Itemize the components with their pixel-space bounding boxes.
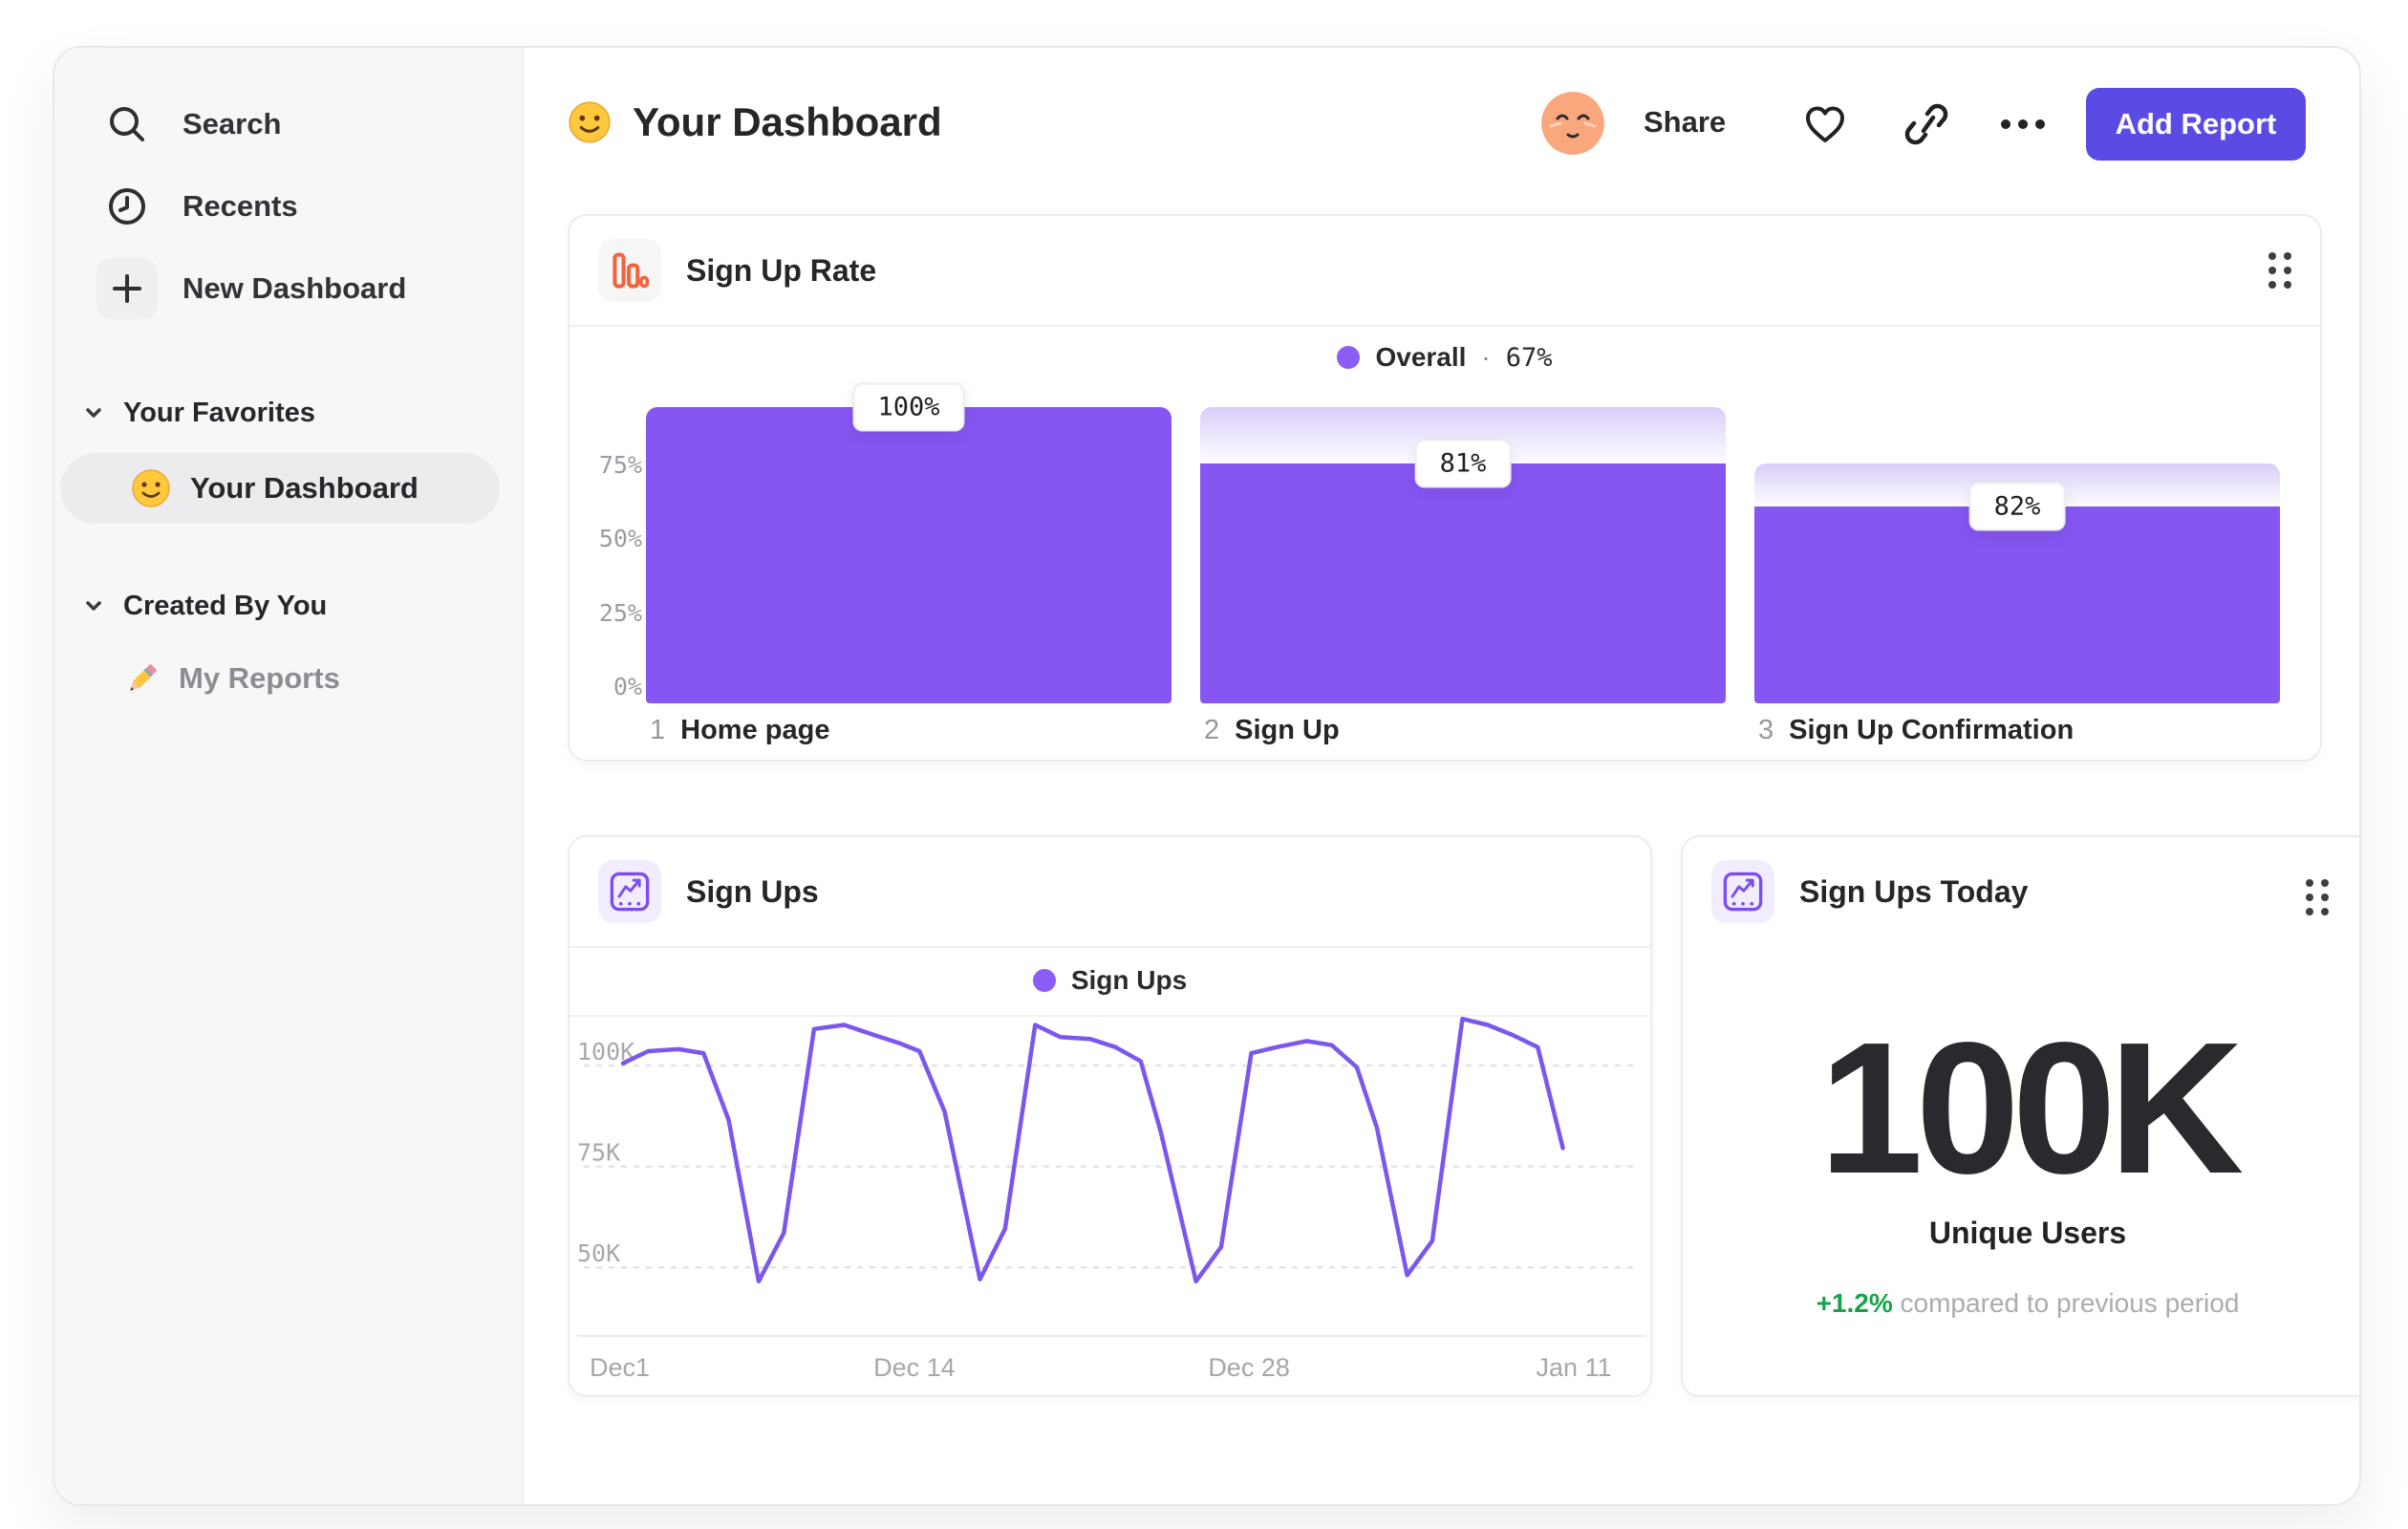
heart-icon[interactable] <box>1802 101 1848 147</box>
metric-delta: +1.2% compared to previous period <box>1683 1288 2359 1319</box>
sign-up-rate-card: Sign Up Rate Overall · 67% 75% 50% 25% 0% 10… <box>568 214 2322 762</box>
sidebar-section-created-by-you[interactable]: Created By You <box>83 587 327 625</box>
card-header: Sign Ups Today <box>1711 860 2028 923</box>
y-axis-label: 75K <box>577 1139 620 1167</box>
search-icon <box>97 94 158 155</box>
metric-value: 100K <box>1818 1003 2245 1213</box>
sidebar-item-recents[interactable]: Recents <box>97 173 298 240</box>
page-title: Your Dashboard <box>568 99 942 145</box>
divider <box>570 946 1650 948</box>
series-sign-ups-line <box>620 1017 1565 1284</box>
sidebar-item-new-dashboard[interactable]: New Dashboard <box>97 255 406 322</box>
funnel-ytick: 75% <box>598 450 642 479</box>
sidebar-item-your-dashboard[interactable]: Your Dashboard <box>60 453 500 524</box>
line-legend: Sign Ups <box>570 950 1650 1011</box>
app-window: Search Recents New Dashboard Your Favori… <box>53 46 2361 1506</box>
share-button[interactable]: Share <box>1644 105 1726 140</box>
funnel-ytick: 0% <box>613 673 642 700</box>
funnel-ytick: 25% <box>598 598 642 627</box>
page-title-text: Your Dashboard <box>633 99 942 144</box>
pencil-emoji-icon <box>130 664 157 691</box>
x-axis-label: Dec 14 <box>873 1353 956 1382</box>
sidebar-item-label: New Dashboard <box>183 271 407 305</box>
add-report-button[interactable]: Add Report <box>2086 88 2306 161</box>
plus-icon <box>97 258 158 319</box>
sidebar-item-label: Search <box>183 107 282 140</box>
sidebar-item-label: Your Dashboard <box>190 471 419 505</box>
funnel-ytick: 50% <box>598 525 642 552</box>
line-chart-icon <box>1711 860 1774 923</box>
funnel-step-label: 3 Sign Up Confirmation <box>1758 715 2074 746</box>
smiley-emoji-icon <box>569 101 611 143</box>
sidebar-item-search[interactable]: Search <box>97 91 281 158</box>
sign-ups-today-card: Sign Ups Today 100K Unique Users +1.2% c… <box>1681 835 2359 1397</box>
drag-handle-icon[interactable] <box>2302 875 2333 919</box>
delta-note: compared to previous period <box>1900 1288 2240 1318</box>
section-title: Your Favorites <box>123 397 315 428</box>
sign-ups-card: Sign Ups Sign Ups 100K 75K 50K Dec1 Dec 14 D… <box>568 835 1652 1397</box>
avatar[interactable] <box>1541 92 1604 155</box>
funnel-step-label: 1 Home page <box>650 715 829 746</box>
x-axis-label: Jan 11 <box>1536 1353 1612 1382</box>
metric-label: Unique Users <box>1928 1216 2127 1250</box>
step-index: 3 <box>1758 715 1774 745</box>
step-name: Sign Up Confirmation <box>1789 715 2075 745</box>
funnel-value-tooltip: 82% <box>1968 482 2066 531</box>
legend-dot-icon <box>1032 969 1056 992</box>
more-options-icon[interactable] <box>2000 115 2046 134</box>
x-axis-label: Dec1 <box>590 1353 651 1382</box>
funnel-bar <box>1754 506 2280 703</box>
delta-value: +1.2% <box>1816 1288 1893 1318</box>
card-title: Sign Ups Today <box>1799 873 2029 909</box>
chevron-down-icon <box>86 601 101 611</box>
funnel-bar <box>1200 463 1726 703</box>
funnel-step-label: 2 Sign Up <box>1204 715 1340 746</box>
x-axis-label: Dec 28 <box>1208 1353 1290 1382</box>
card-title: Sign Ups <box>686 873 819 909</box>
chevron-down-icon <box>86 408 101 418</box>
line-chart-icon <box>598 860 661 923</box>
step-name: Home page <box>680 715 830 745</box>
sidebar-section-your-favorites[interactable]: Your Favorites <box>83 394 315 432</box>
smiley-emoji-icon <box>132 469 170 507</box>
step-index: 2 <box>1204 715 1220 745</box>
step-index: 1 <box>650 715 666 745</box>
section-title: Created By You <box>123 590 328 621</box>
sidebar-item-label: My Reports <box>179 661 340 695</box>
funnel-plot: 75% 50% 25% 0% 100% 1 Home page 81% 2 Sign Up 82% 3… <box>570 216 2320 760</box>
line-plot-svg: 100K75K50K <box>577 1017 1646 1338</box>
sidebar: Search Recents New Dashboard Your Favori… <box>54 48 524 1504</box>
legend-label: Sign Ups <box>1070 965 1188 995</box>
funnel-value-tooltip: 100% <box>852 382 965 432</box>
funnel-value-tooltip: 81% <box>1414 439 1512 488</box>
y-axis-label: 50K <box>577 1239 620 1267</box>
clock-icon <box>97 176 158 237</box>
link-icon[interactable] <box>1903 101 1949 147</box>
sidebar-item-my-reports[interactable]: My Reports <box>123 645 340 712</box>
step-name: Sign Up <box>1235 715 1340 745</box>
sidebar-item-label: Recents <box>183 189 298 223</box>
funnel-bar <box>646 407 1172 703</box>
card-header: Sign Ups <box>598 860 819 923</box>
